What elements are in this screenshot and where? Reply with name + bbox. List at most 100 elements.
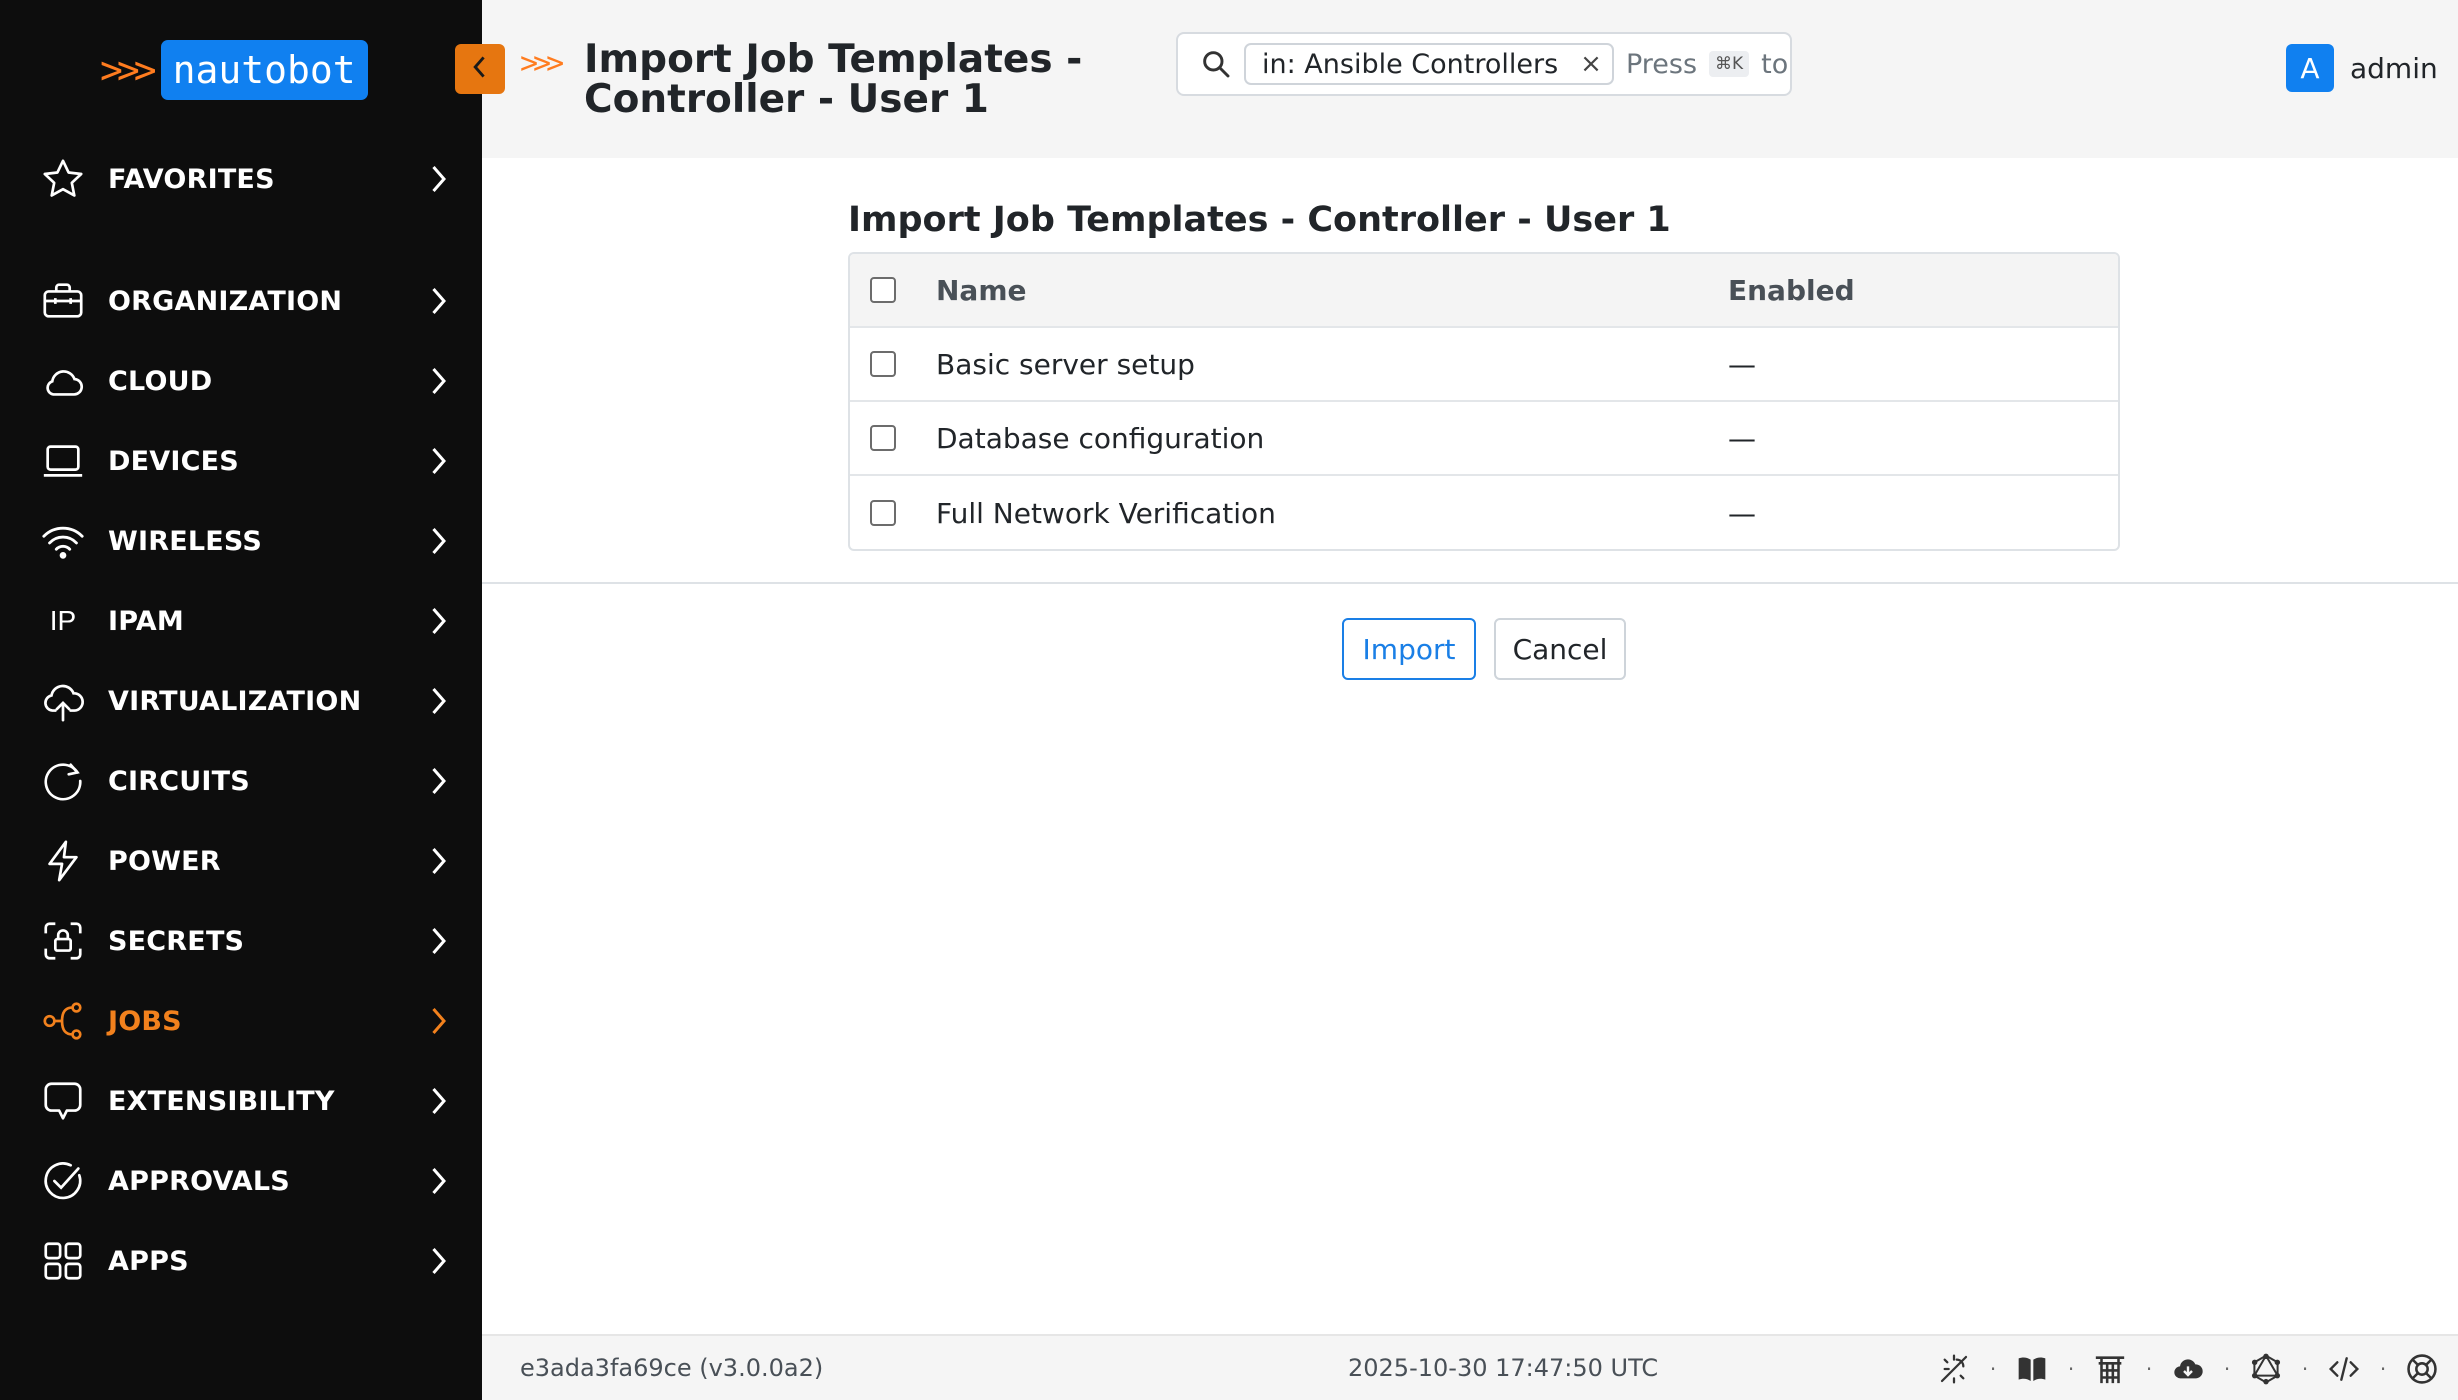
cancel-button[interactable]: Cancel [1494,618,1626,680]
row-checkbox[interactable] [870,500,896,526]
sidebar-item-label: POWER [108,845,221,877]
page-header: >>> Import Job Templates - Controller - … [482,0,2458,158]
sidebar-collapse-button[interactable] [455,44,505,94]
chevron-right-icon [420,603,456,639]
sidebar-item-circuits[interactable]: CIRCUITS [0,750,482,812]
sidebar-item-secrets[interactable]: SECRETS [0,910,482,972]
nautobot-logo[interactable]: >>> nautobot [100,40,368,100]
footer-separator: · [2379,1357,2387,1381]
footer-separator: · [2223,1357,2231,1381]
sidebar-item-label: EXTENSIBILITY [108,1085,335,1117]
server-timestamp: 2025-10-30 17:47:50 UTC [1348,1354,1659,1382]
table-row: Full Network Verification — [850,476,2118,549]
form-divider [482,582,2458,584]
sidebar-item-label: ORGANIZATION [108,285,343,317]
sidebar-item-favorites[interactable]: FAVORITES [0,148,482,210]
lightning-icon [38,836,88,886]
template-enabled: — [1728,496,1756,530]
cloud-upload-icon [38,676,88,726]
docs-book-icon[interactable] [2012,1349,2052,1389]
job-templates-table: Name Enabled Basic server setup — Databa… [848,252,2120,551]
sidebar-item-jobs[interactable]: JOBS [0,990,482,1052]
chevron-right-icon [420,683,456,719]
help-icon[interactable] [2402,1349,2442,1389]
cloud-download-icon[interactable] [2168,1349,2208,1389]
template-enabled: — [1728,347,1756,381]
sidebar-item-virtualization[interactable]: VIRTUALIZATION [0,670,482,732]
api-icon[interactable] [2090,1349,2130,1389]
sidebar-item-cloud[interactable]: CLOUD [0,350,482,412]
table-row: Database configuration — [850,402,2118,476]
graphql-icon[interactable] [2246,1349,2286,1389]
sidebar-item-label: WIRELESS [108,525,262,557]
template-name: Full Network Verification [936,496,1276,530]
chevron-left-icon [472,55,488,83]
sidebar-item-label: FAVORITES [108,163,275,195]
page-title: Import Job Templates - Controller - User… [584,37,1083,122]
footer-separator: · [1989,1357,1997,1381]
cloud-icon [38,356,88,406]
sidebar: >>> nautobot FAVORITES ORGANIZATION CLOU… [0,0,482,1400]
lock-icon [38,916,88,966]
search-input[interactable]: in: Ansible Controllers × Press ⌘K to se [1176,32,1792,96]
star-icon [38,154,88,204]
chevron-right-icon [420,763,456,799]
sidebar-item-devices[interactable]: DEVICES [0,430,482,492]
avatar: A [2286,44,2334,92]
briefcase-icon [38,276,88,326]
chevron-right-icon [420,1003,456,1039]
username: admin [2350,51,2438,85]
theme-toggle-icon[interactable] [1934,1349,1974,1389]
sidebar-item-label: SECRETS [108,925,245,957]
select-all-checkbox[interactable] [870,277,896,303]
footer-separator: · [2301,1357,2309,1381]
sidebar-item-approvals[interactable]: APPROVALS [0,1150,482,1212]
chevron-right-icon [420,161,456,197]
code-icon[interactable] [2324,1349,2364,1389]
sidebar-item-label: VIRTUALIZATION [108,685,362,717]
check-circle-icon [38,1156,88,1206]
chevron-right-icon [420,283,456,319]
sidebar-item-label: CLOUD [108,365,213,397]
search-scope-chip[interactable]: in: Ansible Controllers × [1244,43,1614,85]
extensibility-icon [38,1076,88,1126]
grid-icon [38,1236,88,1286]
user-menu[interactable]: A admin [2286,44,2438,92]
laptop-icon [38,436,88,486]
sidebar-item-wireless[interactable]: WIRELESS [0,510,482,572]
footer-links: · · · · · · [1934,1348,2442,1390]
chevron-right-icon [420,1163,456,1199]
chevron-right-icon [420,363,456,399]
sidebar-item-label: IPAM [108,605,184,637]
template-enabled: — [1728,421,1756,455]
template-name: Basic server setup [936,347,1195,381]
close-icon[interactable]: × [1580,49,1602,79]
logo-chevrons: >>> [100,48,157,92]
chevron-right-icon [420,843,456,879]
sidebar-item-label: APPS [108,1245,189,1277]
sidebar-item-organization[interactable]: ORGANIZATION [0,270,482,332]
sidebar-item-ipam[interactable]: IP IPAM [0,590,482,652]
keyboard-shortcut: ⌘K [1709,51,1750,77]
wifi-icon [38,516,88,566]
form-title: Import Job Templates - Controller - User… [848,200,1671,240]
sidebar-item-label: DEVICES [108,445,239,477]
jobs-icon [38,996,88,1046]
search-hint-suffix: to se [1761,48,1790,80]
footer-separator: · [2145,1357,2153,1381]
import-button[interactable]: Import [1342,618,1476,680]
sidebar-item-power[interactable]: POWER [0,830,482,892]
column-header-enabled[interactable]: Enabled [1728,274,1855,307]
chevron-right-icon [420,923,456,959]
sidebar-item-extensibility[interactable]: EXTENSIBILITY [0,1070,482,1132]
row-checkbox[interactable] [870,351,896,377]
footer-separator: · [2067,1357,2075,1381]
template-name: Database configuration [936,421,1265,455]
search-scope-label: in: Ansible Controllers [1262,48,1559,80]
sidebar-item-apps[interactable]: APPS [0,1230,482,1292]
table-row: Basic server setup — [850,328,2118,402]
row-checkbox[interactable] [870,425,896,451]
chevron-right-icon [420,1243,456,1279]
chevron-right-icon [420,443,456,479]
column-header-name[interactable]: Name [936,274,1027,307]
